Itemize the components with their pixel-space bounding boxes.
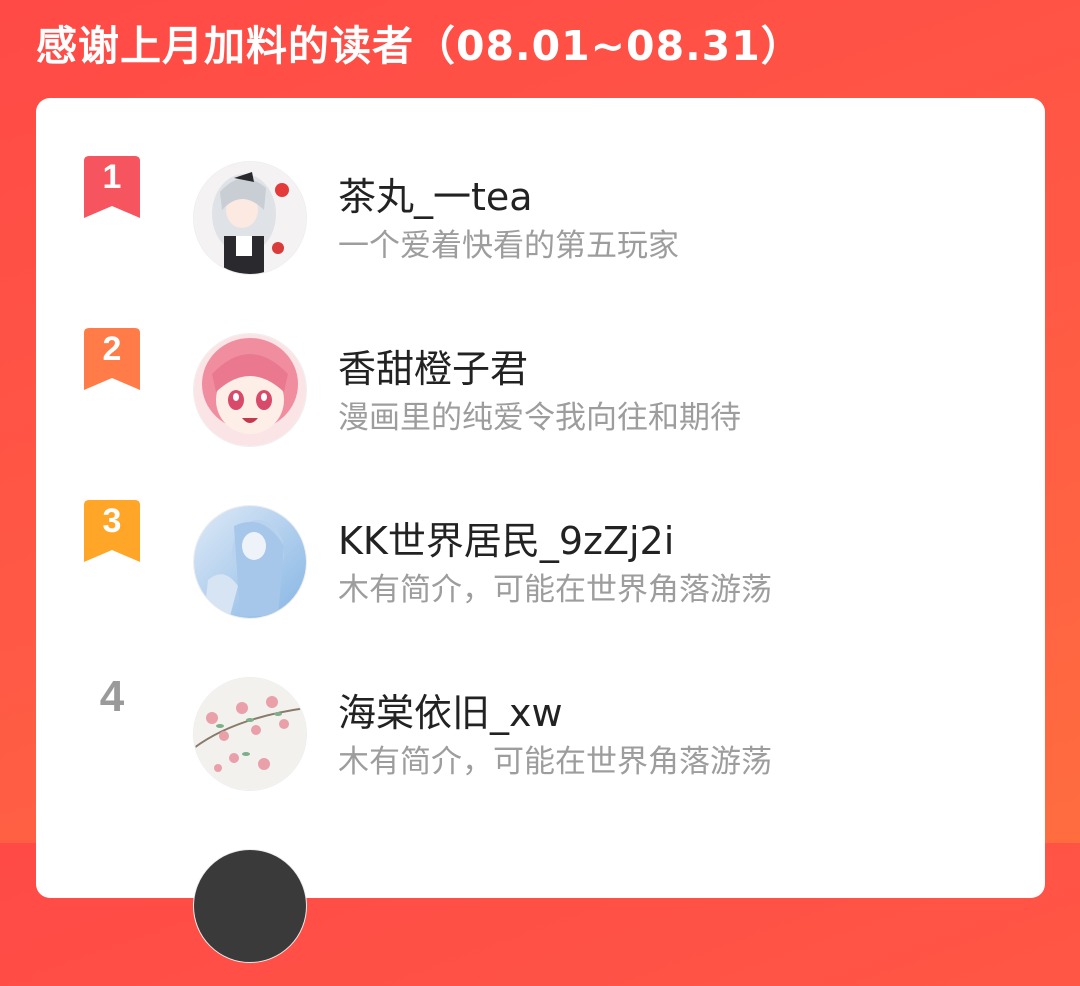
user-bio: 木有简介，可能在世界角落游荡 bbox=[338, 744, 772, 780]
user-name[interactable]: KK世界居民_9zZj2i bbox=[338, 510, 674, 565]
rank-number: 4 bbox=[99, 672, 125, 721]
reader-row-1[interactable]: 1 茶丸_一tea 一个爱着快看的第五玩家 bbox=[36, 126, 1045, 298]
rank-number: 1 bbox=[102, 158, 122, 196]
avatar-4[interactable] bbox=[193, 677, 307, 791]
rank-2-badge: 2 bbox=[82, 328, 142, 390]
user-name[interactable]: 海棠依旧_xw bbox=[338, 682, 563, 737]
reader-row-2[interactable]: 2 香甜橙子君 漫画里的纯爱令我向往和期待 bbox=[36, 298, 1045, 470]
avatar-3[interactable] bbox=[193, 505, 307, 619]
avatar-2[interactable] bbox=[193, 333, 307, 447]
avatar-begonia-flowers-icon bbox=[194, 678, 306, 790]
rank-number: 3 bbox=[102, 502, 122, 540]
reader-row-4[interactable]: 4 海棠依旧_xw 木有简介，可能在世界角落游荡 bbox=[36, 642, 1045, 814]
user-bio: 一个爱着快看的第五玩家 bbox=[338, 228, 679, 264]
reader-row-3[interactable]: 3 KK世界居民_9zZj2i 木有简介，可能在世界角落游荡 bbox=[36, 470, 1045, 642]
user-name[interactable]: 香甜橙子君 bbox=[338, 338, 528, 393]
avatar-silver-hair-maid-icon bbox=[194, 162, 306, 274]
avatar-5[interactable] bbox=[193, 849, 307, 963]
avatar-1[interactable] bbox=[193, 161, 307, 275]
rank-1-badge: 1 bbox=[82, 156, 142, 218]
reader-row-5[interactable] bbox=[36, 814, 1045, 986]
user-name[interactable]: 茶丸_一tea bbox=[338, 166, 533, 221]
user-bio: 木有简介，可能在世界角落游荡 bbox=[338, 572, 772, 608]
page-title: 感谢上月加料的读者（08.01~08.31） bbox=[36, 22, 803, 70]
rank-3-badge: 3 bbox=[82, 500, 142, 562]
reader-ranking-list: 1 茶丸_一tea 一个爱着快看的第五玩家 2 香甜橙子君 漫画里的纯爱令我向往… bbox=[36, 98, 1045, 963]
rank-number: 2 bbox=[102, 330, 122, 368]
avatar-pink-hair-girl-icon bbox=[194, 334, 306, 446]
avatar-blue-anime-figure-icon bbox=[194, 506, 306, 618]
user-bio: 漫画里的纯爱令我向往和期待 bbox=[338, 400, 741, 436]
